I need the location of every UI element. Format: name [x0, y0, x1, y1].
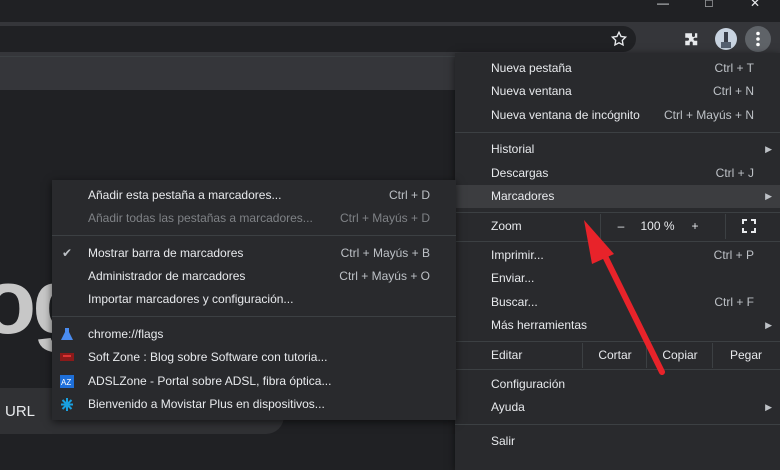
menu-item-downloads[interactable]: Descargas Ctrl + J — [455, 162, 780, 185]
url-label: URL — [5, 403, 36, 420]
bookmark-star-icon[interactable] — [610, 30, 628, 48]
bookmark-softzone[interactable]: Soft Zone : Blog sobre Software con tuto… — [52, 346, 456, 369]
menu-separator — [455, 132, 780, 133]
import-bookmarks[interactable]: Importar marcadores y configuración... — [52, 288, 456, 311]
close-window-button[interactable]: ✕ — [732, 0, 778, 14]
menu-item-incognito[interactable]: Nueva ventana de incógnito Ctrl + Mayús +… — [455, 104, 780, 127]
flask-icon — [61, 328, 73, 340]
movistar-favicon — [61, 398, 73, 411]
address-bar[interactable] — [0, 26, 636, 52]
bookmarks-submenu: Añadir esta pestaña a marcadores... Ctrl … — [52, 180, 456, 420]
bookmark-all-tabs[interactable]: Añadir todas las pestañas a marcadores..… — [52, 207, 456, 230]
svg-text:AZ: AZ — [61, 378, 71, 387]
minimize-button[interactable]: — — [640, 0, 686, 14]
bookmark-movistar[interactable]: Bienvenido a Movistar Plus en dispositiv… — [52, 393, 456, 416]
menu-item-help[interactable]: Ayuda ▶ — [455, 396, 780, 419]
menu-item-exit[interactable]: Salir — [455, 430, 780, 453]
checkmark-icon: ✔ — [62, 246, 73, 260]
fullscreen-icon — [741, 219, 756, 233]
three-dots-icon — [756, 31, 760, 47]
bookmark-manager[interactable]: Administrador de marcadores Ctrl + Mayús … — [52, 265, 456, 288]
avatar-image — [721, 32, 731, 48]
menu-item-bookmarks[interactable]: Marcadores ▶ — [455, 185, 780, 208]
chrome-menu-button[interactable] — [745, 26, 771, 52]
submenu-arrow-icon: ▶ — [765, 144, 772, 154]
maximize-button[interactable]: □ — [686, 0, 732, 14]
extensions-puzzle-icon[interactable] — [683, 31, 701, 49]
bookmark-chrome-flags[interactable]: chrome://flags — [52, 323, 456, 346]
softzone-favicon — [60, 353, 74, 361]
menu-separator — [52, 316, 456, 317]
fullscreen-button[interactable] — [725, 214, 771, 239]
menu-item-new-window[interactable]: Nueva ventana Ctrl + N — [455, 80, 780, 103]
adslzone-favicon: AZ — [60, 375, 74, 388]
menu-item-new-tab[interactable]: Nueva pestaña Ctrl + T — [455, 57, 780, 80]
zoom-label: Zoom — [491, 219, 522, 233]
edit-label: Editar — [491, 348, 523, 362]
menu-item-history[interactable]: Historial ▶ — [455, 138, 780, 161]
menu-separator — [52, 235, 456, 236]
bookmark-this-tab[interactable]: Añadir esta pestaña a marcadores... Ctrl … — [52, 184, 456, 207]
show-bookmarks-bar[interactable]: ✔ Mostrar barra de marcadores Ctrl + Mayú… — [52, 242, 456, 265]
submenu-arrow-icon: ▶ — [765, 320, 772, 330]
profile-avatar[interactable] — [715, 28, 737, 50]
submenu-arrow-icon: ▶ — [765, 191, 772, 201]
menu-separator — [455, 424, 780, 425]
annotation-arrow — [584, 220, 665, 375]
zoom-in-button[interactable]: + — [675, 214, 715, 239]
bookmark-adslzone[interactable]: AZ ADSLZone - Portal sobre ADSL, fibra ó… — [52, 370, 456, 393]
paste-button[interactable]: Pegar — [712, 343, 779, 368]
submenu-arrow-icon: ▶ — [765, 402, 772, 412]
